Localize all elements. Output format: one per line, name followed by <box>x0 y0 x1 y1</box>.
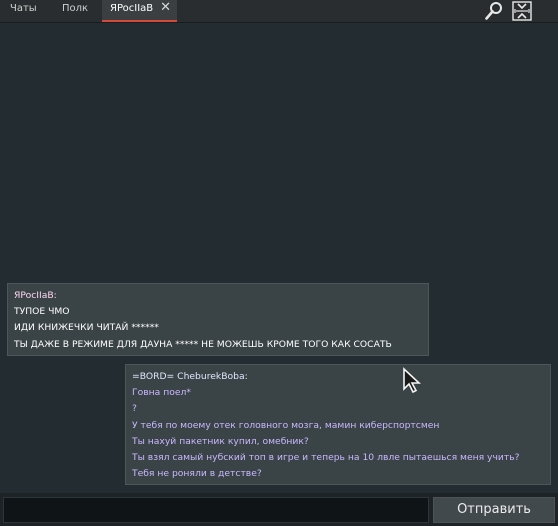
message-sender: ЯPocIIaB: <box>14 290 57 301</box>
tab-bar: Чаты Полк ЯPocIIaB ✕ <box>0 0 558 23</box>
message-bubble: ЯPocIIaB: ТУПОЕ ЧМО ИДИ КНИЖЕЧКИ ЧИТАЙ *… <box>7 283 429 356</box>
chat-history[interactable]: ЯPocIIaB: ТУПОЕ ЧМО ИДИ КНИЖЕЧКИ ЧИТАЙ *… <box>0 23 558 493</box>
message-line: ? <box>132 403 137 415</box>
tab-regiment[interactable]: Полк <box>62 0 96 22</box>
message-line: Ты взял самый нубский топ в игре и тепер… <box>132 452 520 464</box>
tab-private-chat[interactable]: ЯPocIIaB ✕ <box>102 0 177 22</box>
send-button[interactable]: Отправить <box>433 497 555 523</box>
close-icon[interactable]: ✕ <box>160 0 171 16</box>
window-resize-icon[interactable] <box>512 1 532 21</box>
message-input[interactable] <box>3 497 429 523</box>
tab-chats[interactable]: Чаты <box>10 0 46 22</box>
message-line: ТУПОЕ ЧМО <box>14 306 70 318</box>
tab-private-chat-label: ЯPocIIaB <box>110 3 154 14</box>
mouse-cursor-icon <box>402 367 422 399</box>
message-line: У тебя по моему отек головного мозга, ма… <box>132 419 440 431</box>
message-bubble: =BORD= CheburekBoba: Говна поел* ? У теб… <box>125 364 551 485</box>
tab-chats-label: Чаты <box>10 3 37 14</box>
search-icon[interactable] <box>484 1 504 21</box>
message-line: ИДИ КНИЖЕЧКИ ЧИТАЙ ****** <box>14 322 159 334</box>
composer: Отправить <box>0 493 558 526</box>
message-sender: =BORD= CheburekBoba: <box>132 371 248 382</box>
message-line: Говна поел* <box>132 387 191 399</box>
message-line: ТЫ ДАЖЕ В РЕЖИМЕ ДЛЯ ДАУНА ***** НЕ МОЖЕ… <box>14 338 392 350</box>
message-line: Ты нахуй пакетник купил, омебник? <box>132 435 309 447</box>
tab-regiment-label: Полк <box>62 3 89 14</box>
message-line: Тебя не роняли в детстве? <box>132 468 262 480</box>
